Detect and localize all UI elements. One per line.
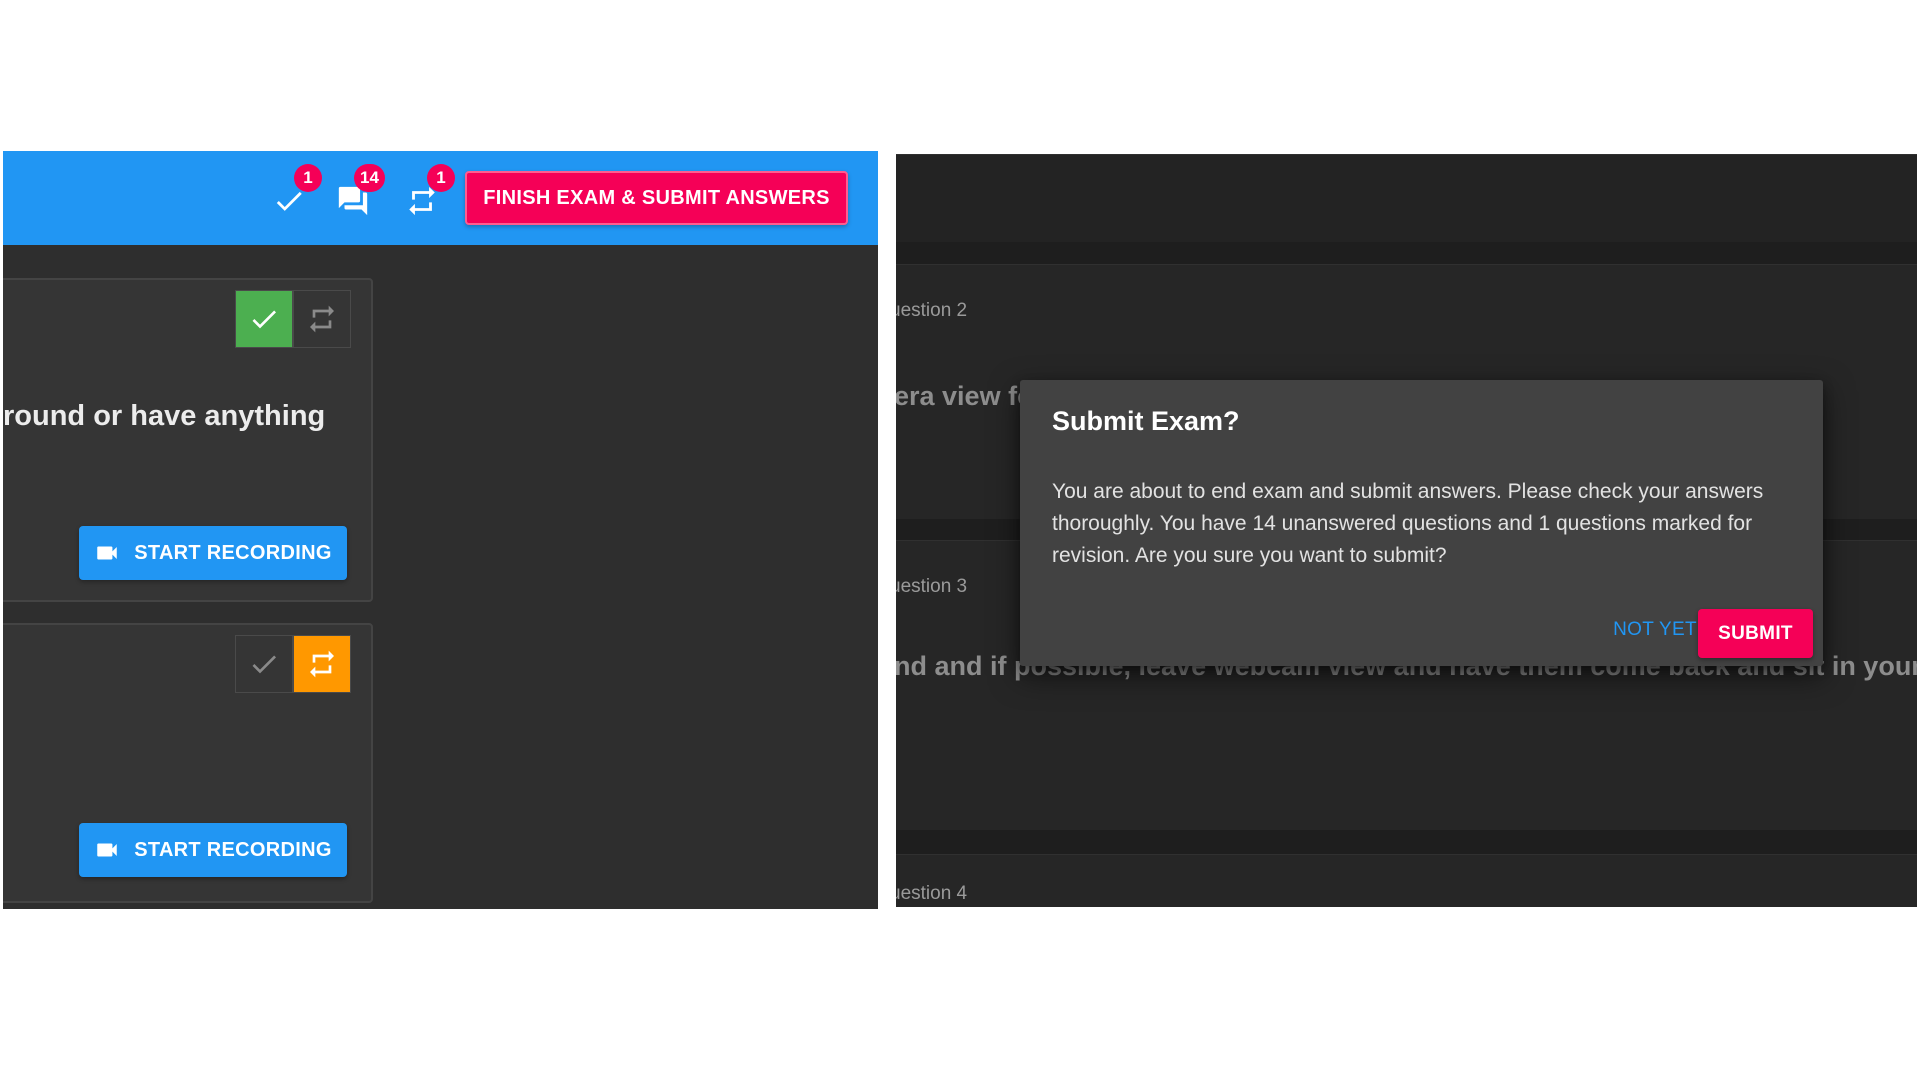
- not-yet-button[interactable]: NOT YET: [1600, 610, 1710, 650]
- mark-revision-toggle[interactable]: [293, 290, 351, 348]
- question-label: uestion 4: [896, 883, 968, 904]
- videocam-icon: [97, 546, 118, 560]
- dialog-title: Submit Exam?: [1052, 406, 1240, 436]
- question-text: round or have anything: [3, 400, 326, 432]
- answered-badge: 1: [294, 164, 322, 192]
- dialog-message: You are about to end exam and submit ans…: [1052, 480, 1764, 567]
- videocam-icon: [97, 843, 118, 857]
- question-card: round or have anything START RECORDING: [3, 278, 373, 602]
- exam-topbar: 1 14 1 FINISH EXAM & SUBMIT ANSWERS: [3, 151, 878, 245]
- start-recording-label: START RECORDING: [134, 541, 332, 564]
- unanswered-badge: 14: [354, 164, 385, 192]
- start-recording-label: START RECORDING: [134, 838, 332, 861]
- repeat-icon: [310, 305, 334, 333]
- submit-button[interactable]: SUBMIT: [1698, 609, 1813, 658]
- question-section: uestion 4: [896, 854, 1917, 907]
- check-icon: [252, 310, 276, 329]
- submit-exam-dialog: Submit Exam? You are about to end exam a…: [1020, 380, 1823, 666]
- header-area: [896, 154, 1917, 242]
- question-label: uestion 2: [896, 300, 968, 321]
- repeat-icon: [310, 650, 334, 678]
- finish-exam-button[interactable]: FINISH EXAM & SUBMIT ANSWERS: [465, 171, 848, 225]
- check-icon: [252, 655, 276, 674]
- start-recording-button[interactable]: START RECORDING: [79, 526, 347, 580]
- answered-counter[interactable]: 1: [266, 164, 322, 224]
- start-recording-button[interactable]: START RECORDING: [79, 823, 347, 877]
- unanswered-counter[interactable]: 14: [330, 164, 385, 224]
- exam-screen-left: 1 14 1 FINISH EXAM & SUBMIT ANSWERS roun…: [3, 151, 878, 909]
- mark-revision-toggle[interactable]: [293, 635, 351, 693]
- mark-answered-toggle[interactable]: [235, 290, 293, 348]
- revision-counter[interactable]: 1: [399, 164, 455, 224]
- mark-answered-toggle[interactable]: [235, 635, 293, 693]
- question-text: era view fo: [896, 381, 1034, 411]
- question-label: uestion 3: [896, 576, 968, 597]
- question-card: START RECORDING: [3, 623, 373, 903]
- revision-badge: 1: [427, 164, 455, 192]
